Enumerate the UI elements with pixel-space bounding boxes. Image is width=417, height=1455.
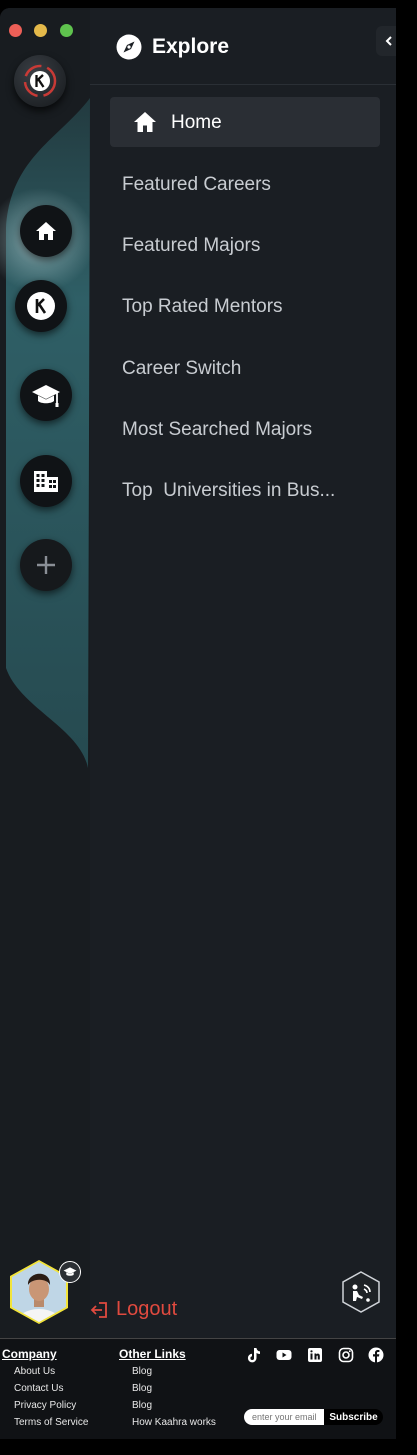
- instagram-icon[interactable]: [338, 1347, 354, 1363]
- footer-link-blog[interactable]: Blog: [132, 1383, 152, 1394]
- building-icon: [34, 471, 58, 492]
- logout-button[interactable]: Logout: [90, 1298, 177, 1321]
- footer-link-contact[interactable]: Contact Us: [14, 1383, 63, 1394]
- user-role-badge: [59, 1261, 81, 1283]
- nav-item-top-rated-mentors[interactable]: Top Rated Mentors: [122, 296, 283, 318]
- footer-link-privacy[interactable]: Privacy Policy: [14, 1400, 76, 1411]
- minimize-window-button[interactable]: [34, 24, 47, 37]
- k-logo-icon: [23, 64, 57, 98]
- linkedin-icon[interactable]: [307, 1347, 323, 1363]
- maximize-window-button[interactable]: [60, 24, 73, 37]
- plus-icon: [37, 556, 55, 574]
- k-logo-icon: [27, 292, 55, 320]
- youtube-icon[interactable]: [276, 1347, 292, 1363]
- home-icon: [36, 222, 56, 240]
- nav-item-featured-majors[interactable]: Featured Majors: [122, 235, 260, 257]
- newsletter-email-input[interactable]: [244, 1409, 324, 1425]
- panel-title: Explore: [152, 35, 230, 58]
- home-icon: [134, 112, 156, 132]
- nav-item-top-universities[interactable]: Top Universities in Bus...: [122, 480, 335, 502]
- nav-item-featured-careers[interactable]: Featured Careers: [122, 174, 271, 196]
- footer-link-about[interactable]: About Us: [14, 1366, 55, 1377]
- header-divider: [90, 84, 396, 85]
- footer-link-blog[interactable]: Blog: [132, 1400, 152, 1411]
- nav-item-most-searched-majors[interactable]: Most Searched Majors: [122, 419, 312, 441]
- footer-link-blog[interactable]: Blog: [132, 1366, 152, 1377]
- facebook-icon[interactable]: [368, 1347, 384, 1363]
- app-logo[interactable]: [14, 55, 66, 107]
- rail-home-button[interactable]: [20, 205, 72, 257]
- rail-universities-button[interactable]: [20, 455, 72, 507]
- subscribe-button[interactable]: Subscribe: [324, 1409, 383, 1425]
- logout-label: Logout: [116, 1298, 178, 1320]
- footer-other-heading: Other Links: [119, 1347, 186, 1361]
- tiktok-icon[interactable]: [245, 1347, 261, 1363]
- rail-kaahra-button[interactable]: [15, 280, 67, 332]
- logout-icon: [90, 1301, 107, 1318]
- collapse-panel-button[interactable]: [376, 26, 396, 56]
- footer-link-how-it-works[interactable]: How Kaahra works: [132, 1417, 216, 1428]
- explore-panel: Explore Home Featured Careers Featured M…: [90, 8, 396, 1338]
- app-window: Explore Home Featured Careers Featured M…: [0, 8, 396, 1438]
- icon-rail: [0, 8, 90, 1438]
- rail-majors-button[interactable]: [20, 369, 72, 421]
- footer-company-heading: Company: [2, 1347, 57, 1361]
- compass-icon: [116, 34, 142, 60]
- footer-link-terms[interactable]: Terms of Service: [14, 1417, 88, 1428]
- accessibility-button[interactable]: [340, 1270, 382, 1314]
- nav-item-label: Home: [171, 112, 222, 133]
- nav-item-career-switch[interactable]: Career Switch: [122, 358, 241, 380]
- site-footer: Company About Us Contact Us Privacy Poli…: [0, 1338, 396, 1439]
- rail-add-button[interactable]: [20, 539, 72, 591]
- graduation-cap-icon: [32, 385, 60, 407]
- nav-item-home[interactable]: Home: [110, 97, 380, 147]
- graduation-cap-icon: [63, 1267, 77, 1276]
- close-window-button[interactable]: [9, 24, 22, 37]
- chevron-left-icon: [385, 36, 392, 46]
